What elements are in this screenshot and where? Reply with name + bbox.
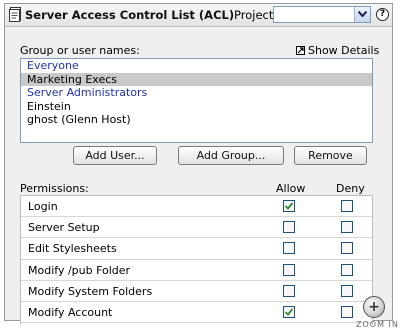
permission-name: Server Setup [28, 221, 100, 235]
help-icon[interactable]: ? [376, 8, 389, 21]
permissions-table: Login Server Setup Edit Stylesheets Modi… [20, 195, 373, 325]
deny-checkbox[interactable] [341, 284, 353, 297]
permission-row-server-setup: Server Setup [21, 217, 372, 239]
allow-checkbox[interactable] [283, 305, 295, 318]
page-title: Server Access Control List (ACL) [25, 8, 235, 22]
add-user-button[interactable]: Add User... [73, 146, 157, 165]
permission-name: Modify /pub Folder [28, 263, 131, 277]
add-group-button[interactable]: Add Group... [178, 146, 284, 165]
permission-row-modify-account: Modify Account [21, 302, 372, 324]
permission-row-modify-system-folders: Modify System Folders [21, 281, 372, 302]
allow-checkbox[interactable] [283, 200, 295, 212]
zoom-in-icon[interactable]: + [363, 296, 385, 318]
show-details-link[interactable]: Show Details [296, 44, 379, 57]
permission-row-login: Login [21, 196, 372, 218]
project-select[interactable] [273, 6, 371, 23]
deny-column-header: Deny [336, 182, 365, 195]
zoom-plus: + [368, 299, 380, 315]
group-user-listbox[interactable]: Everyone Marketing Execs Server Administ… [20, 58, 373, 143]
remove-button[interactable]: Remove [294, 146, 367, 165]
permissions-label: Permissions: [20, 182, 89, 195]
list-item[interactable]: Marketing Execs [21, 72, 372, 86]
zoom-in-label: ZOOM IN [356, 320, 399, 329]
show-details-label: Show Details [308, 44, 380, 57]
allow-column-header: Allow [276, 182, 306, 195]
document-icon [9, 7, 22, 22]
allow-checkbox[interactable] [283, 221, 295, 234]
deny-checkbox[interactable] [341, 221, 353, 234]
list-item[interactable]: Einstein [21, 100, 372, 114]
list-item[interactable]: Everyone [21, 59, 372, 73]
permission-name: Modify System Folders [28, 284, 153, 298]
external-link-icon [296, 46, 305, 55]
deny-checkbox[interactable] [341, 263, 353, 276]
permission-name: Login [28, 200, 58, 213]
deny-checkbox[interactable] [341, 200, 353, 212]
permission-name: Modify Account [28, 305, 113, 319]
chevron-down-icon[interactable] [354, 7, 370, 22]
group-list-label: Group or user names: [20, 44, 140, 57]
allow-checkbox[interactable] [283, 284, 295, 297]
deny-checkbox[interactable] [341, 305, 353, 318]
list-item[interactable]: Server Administrators [21, 86, 372, 100]
allow-checkbox[interactable] [283, 263, 295, 276]
list-item[interactable]: ghost (Glenn Host) [21, 113, 372, 127]
allow-checkbox[interactable] [283, 242, 295, 255]
deny-checkbox[interactable] [341, 242, 353, 255]
project-label: Project [234, 8, 274, 22]
permission-row-edit-stylesheets: Edit Stylesheets [21, 238, 372, 260]
title-bar: Server Access Control List (ACL) Project… [5, 4, 392, 27]
acl-panel: Server Access Control List (ACL) Project… [4, 3, 393, 325]
permission-name: Edit Stylesheets [28, 242, 117, 256]
permission-row-modify-pub-folder: Modify /pub Folder [21, 260, 372, 281]
